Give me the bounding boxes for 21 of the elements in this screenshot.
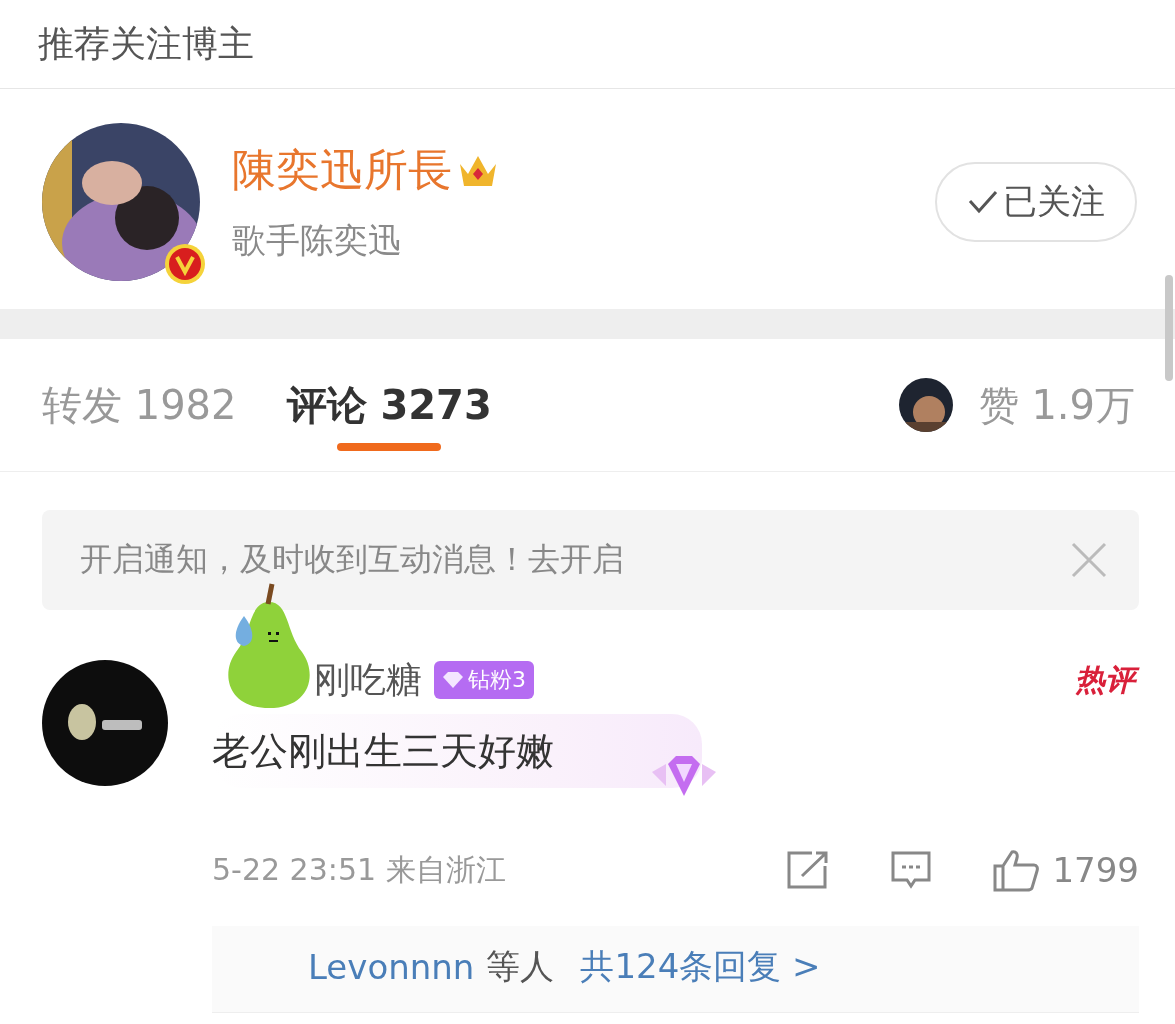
comment-meta: 5-22 23:51 来自浙江 — [212, 850, 507, 889]
repost-button[interactable] — [786, 850, 831, 890]
fan-badge: 钻粉3 — [434, 661, 534, 699]
username[interactable]: 刚吃糖 — [314, 655, 422, 705]
reply-usernames[interactable]: Levonnnn — [308, 947, 475, 987]
like-button[interactable]: 1799 — [992, 848, 1139, 892]
follow-button[interactable]: 已关注 — [935, 162, 1137, 242]
blogger-bio: 歌手陈奕迅 — [232, 218, 403, 262]
blogger-name[interactable]: 陳奕迅所長 — [232, 140, 452, 200]
section-title: 推荐关注博主 — [38, 21, 254, 66]
reply-suffix: 等人 — [486, 945, 555, 988]
reply-button[interactable] — [890, 850, 933, 890]
thumbs-up-icon — [992, 848, 1041, 892]
scrollbar[interactable] — [1165, 275, 1173, 381]
replies-link[interactable]: 共124条回复 > — [580, 944, 821, 990]
hot-comment-label: 热评 — [1075, 659, 1139, 701]
tab[interactable]: 评论 3273 — [286, 357, 492, 453]
comment-text: 老公刚出生三天好嫩 — [212, 727, 554, 775]
check-icon — [967, 189, 999, 215]
tab[interactable]: 转发 1982 — [42, 357, 237, 453]
like-count: 赞 1.9万 — [978, 380, 1135, 430]
